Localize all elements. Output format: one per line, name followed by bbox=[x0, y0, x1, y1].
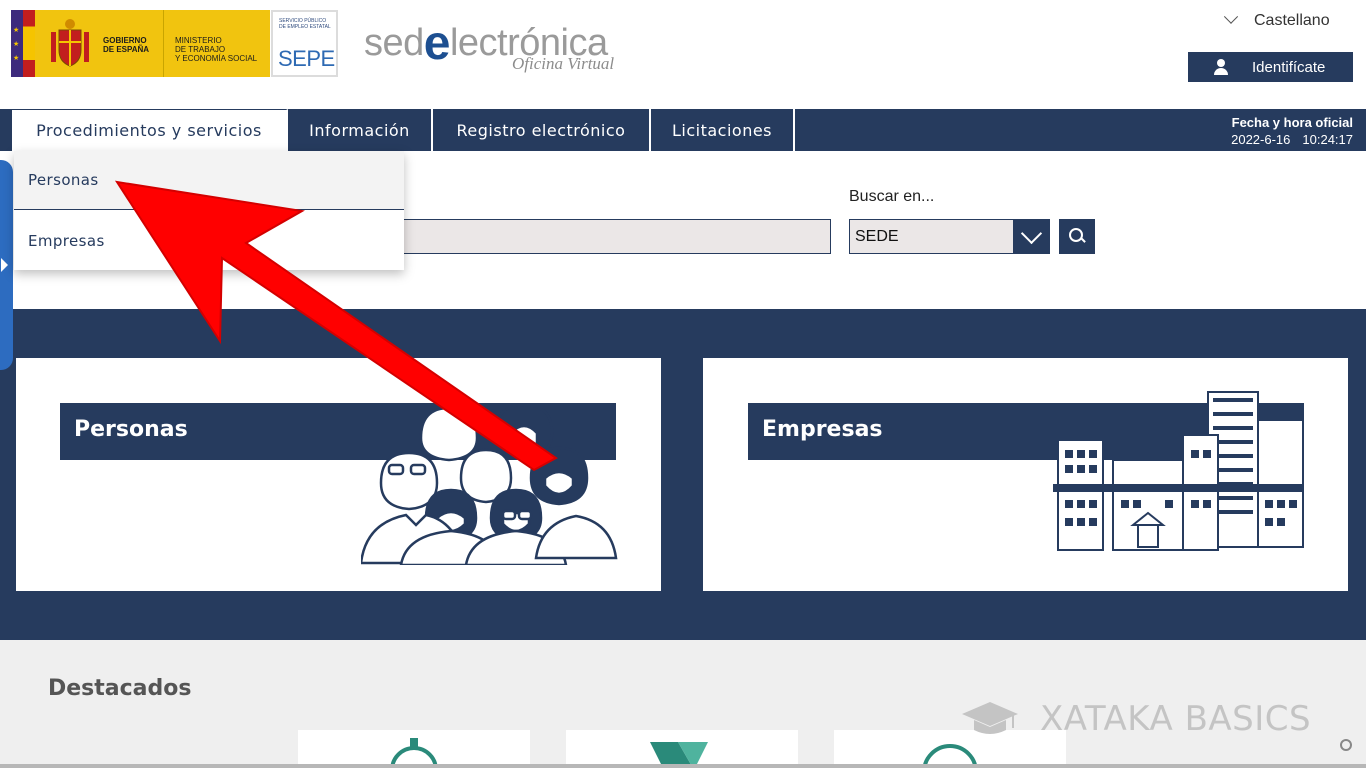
graduation-cap-icon bbox=[962, 702, 1018, 734]
user-icon bbox=[1214, 59, 1228, 75]
pin-icon bbox=[1340, 739, 1352, 751]
logo-divider bbox=[163, 10, 164, 77]
sede-electronica-logo[interactable]: sedelectrónica Oficina Virtual bbox=[364, 12, 644, 78]
chevron-down-icon bbox=[1013, 220, 1049, 253]
buildings-icon bbox=[1053, 391, 1304, 551]
personas-card-title: Personas bbox=[74, 417, 188, 442]
sepe-label: SEPE bbox=[278, 46, 335, 71]
identify-label: Identifícate bbox=[1252, 58, 1326, 76]
nav-licitaciones[interactable]: Licitaciones bbox=[651, 109, 795, 151]
search-button[interactable] bbox=[1059, 219, 1095, 254]
clock-time: 10:24:17 bbox=[1302, 132, 1353, 147]
language-label: Castellano bbox=[1254, 12, 1330, 29]
people-group-icon bbox=[361, 403, 618, 565]
dropdown-item-empresas[interactable]: Empresas bbox=[14, 211, 404, 270]
search-scope-value: SEDE bbox=[855, 227, 899, 245]
empresas-card[interactable]: Empresas bbox=[703, 358, 1348, 591]
bottom-bar bbox=[0, 764, 1366, 768]
government-logo-block: GOBIERNO DE ESPAÑA MINISTERIO DE TRABAJO… bbox=[35, 10, 270, 77]
nav-procedimientos[interactable]: Procedimientos y servicios bbox=[12, 109, 288, 151]
sepe-logo: SERVICIO PÚBLICO DE EMPLEO ESTATAL SEPE bbox=[271, 10, 338, 77]
personas-card[interactable]: Personas bbox=[16, 358, 661, 591]
clock-title: Fecha y hora oficial bbox=[1231, 115, 1353, 130]
stopwatch-icon bbox=[390, 738, 438, 768]
nav-registro[interactable]: Registro electrónico bbox=[433, 109, 651, 151]
chevron-down-icon bbox=[1223, 9, 1239, 24]
search-scope-label: Buscar en... bbox=[849, 188, 935, 205]
destacado-card[interactable] bbox=[298, 730, 530, 768]
chevron-icon bbox=[650, 742, 708, 768]
destacados-title: Destacados bbox=[48, 676, 192, 701]
empresas-card-title: Empresas bbox=[762, 417, 883, 442]
identify-button[interactable]: Identifícate bbox=[1188, 52, 1353, 82]
language-selector[interactable]: Castellano bbox=[1223, 9, 1330, 30]
watermark-text: XATAKA BASICS bbox=[1040, 699, 1312, 739]
destacados-section: Destacados XATAKA BASICS bbox=[0, 640, 1366, 768]
eu-flag-icon: ★ ★ ★ bbox=[11, 10, 23, 77]
destacado-card[interactable] bbox=[566, 730, 798, 768]
nav-informacion[interactable]: Información bbox=[288, 109, 433, 151]
brand-prefix: sed bbox=[364, 22, 424, 64]
brand-e: e bbox=[423, 17, 451, 70]
gov-name: GOBIERNO DE ESPAÑA bbox=[103, 36, 150, 54]
side-accessibility-tab[interactable] bbox=[0, 160, 13, 370]
watermark: XATAKA BASICS bbox=[960, 698, 1311, 740]
sepe-subtitle: SERVICIO PÚBLICO DE EMPLEO ESTATAL bbox=[279, 18, 331, 30]
procedimientos-dropdown: Personas Empresas bbox=[14, 151, 404, 270]
brand-subtitle: Oficina Virtual bbox=[512, 54, 615, 73]
dropdown-item-personas[interactable]: Personas bbox=[14, 151, 404, 210]
official-clock: Fecha y hora oficial 2022-6-16 10:24:17 bbox=[1231, 114, 1353, 148]
search-scope-select[interactable]: SEDE bbox=[849, 219, 1050, 254]
search-input[interactable] bbox=[395, 219, 831, 254]
coat-of-arms-icon bbox=[51, 19, 89, 67]
main-nav: Procedimientos y servicios Información R… bbox=[0, 109, 1366, 151]
ministry-name: MINISTERIO DE TRABAJO Y ECONOMÍA SOCIAL bbox=[175, 36, 258, 63]
clock-date: 2022-6-16 bbox=[1231, 132, 1291, 147]
